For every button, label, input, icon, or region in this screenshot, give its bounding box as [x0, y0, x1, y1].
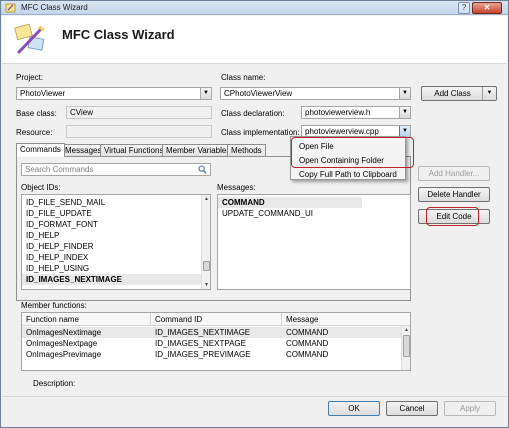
resource-field — [66, 125, 212, 138]
search-placeholder: Search Commands — [25, 165, 94, 174]
class-implementation-value: photoviewerview.cpp — [305, 127, 379, 136]
table-cell: COMMAND — [286, 350, 329, 359]
object-ids-label: Object IDs: — [21, 183, 61, 192]
chevron-down-icon[interactable]: ▼ — [399, 88, 410, 99]
table-header: Function name Command ID Message — [22, 313, 410, 326]
member-functions-table[interactable]: Function name Command ID Message OnImage… — [21, 312, 411, 371]
tab-messages[interactable]: Messages — [61, 144, 106, 156]
add-handler-button[interactable]: Add Handler... — [418, 166, 490, 181]
tab-virtual-functions[interactable]: Virtual Functions — [100, 144, 168, 156]
edit-code-highlight — [426, 207, 479, 226]
project-value: PhotoViewer — [20, 89, 66, 98]
search-icon[interactable] — [198, 165, 207, 174]
menu-item-copy-full-path[interactable]: Copy Full Path to Clipboard — [299, 170, 397, 179]
menu-highlight — [291, 137, 414, 168]
object-ids-list[interactable]: ID_FILE_SEND_MAIL ID_FILE_UPDATE ID_FORM… — [21, 194, 211, 290]
table-cell: OnImagesNextimage — [26, 328, 102, 337]
list-item[interactable]: ID_HELP_USING — [22, 263, 203, 274]
base-class-label: Base class: — [16, 109, 57, 118]
chevron-down-icon[interactable]: ▼ — [399, 107, 410, 118]
class-name-value: CPhotoViewerView — [224, 89, 293, 98]
chevron-down-icon[interactable]: ▼ — [200, 88, 211, 99]
footer-divider — [2, 396, 507, 397]
search-commands-input[interactable]: Search Commands — [21, 163, 211, 176]
class-name-label: Class name: — [221, 73, 266, 82]
messages-label: Messages: — [217, 183, 256, 192]
scroll-up-icon[interactable]: ▲ — [202, 195, 210, 203]
list-item[interactable]: ID_HELP_INDEX — [22, 252, 203, 263]
list-item[interactable]: ID_FORMAT_FONT — [22, 219, 203, 230]
scroll-thumb[interactable] — [203, 261, 210, 271]
delete-handler-button[interactable]: Delete Handler — [418, 187, 490, 202]
list-item[interactable]: ID_FILE_SEND_MAIL — [22, 197, 203, 208]
wizard-wand-icon — [14, 23, 45, 54]
help-button[interactable]: ? — [458, 2, 470, 14]
list-item[interactable]: UPDATE_COMMAND_UI — [218, 208, 410, 219]
title-bar[interactable]: MFC Class Wizard ? ✕ — [1, 1, 508, 15]
project-combo[interactable]: PhotoViewer ▼ — [16, 87, 212, 100]
scroll-up-icon[interactable]: ▲ — [402, 326, 410, 334]
resource-label: Resource: — [16, 128, 53, 137]
add-class-label: Add Class — [434, 89, 471, 98]
object-ids-scrollbar[interactable]: ▲ ▼ — [201, 195, 210, 289]
column-header[interactable]: Function name — [22, 313, 151, 326]
table-cell: COMMAND — [286, 339, 329, 348]
table-cell: ID_IMAGES_NEXTPAGE — [155, 339, 246, 348]
window-title: MFC Class Wizard — [21, 3, 88, 12]
close-button[interactable]: ✕ — [472, 2, 502, 14]
list-item[interactable]: ID_HELP — [22, 230, 203, 241]
add-class-button[interactable]: Add Class ▼ — [421, 86, 497, 101]
column-header[interactable]: Message — [282, 313, 402, 326]
description-label: Description: — [33, 379, 76, 388]
project-label: Project: — [16, 73, 44, 82]
scroll-thumb[interactable] — [403, 335, 410, 357]
class-declaration-combo[interactable]: photoviewerview.h ▼ — [301, 106, 411, 119]
base-class-field: CView — [66, 106, 212, 119]
list-item[interactable]: ID_HELP_FINDER — [22, 241, 203, 252]
table-cell: ID_IMAGES_NEXTIMAGE — [155, 328, 251, 337]
chevron-down-icon[interactable]: ▼ — [482, 87, 496, 100]
scroll-down-icon[interactable]: ▼ — [202, 281, 210, 289]
list-item[interactable]: ID_FILE_UPDATE — [22, 208, 203, 219]
app-icon — [5, 3, 16, 13]
tab-member-variables[interactable]: Member Variables — [162, 144, 235, 156]
table-cell: ID_IMAGES_PREVIMAGE — [155, 350, 251, 359]
member-functions-scrollbar[interactable]: ▲ — [401, 326, 410, 370]
table-row[interactable]: OnImagesPrevimage ID_IMAGES_PREVIMAGE CO… — [22, 349, 410, 360]
tab-methods[interactable]: Methods — [227, 144, 266, 156]
column-header[interactable]: Command ID — [151, 313, 282, 326]
apply-button[interactable]: Apply — [444, 401, 496, 416]
ok-button[interactable]: OK — [328, 401, 380, 416]
mfc-class-wizard-window: MFC Class Wizard ? ✕ MFC Class Wizard Pr… — [0, 0, 509, 428]
class-declaration-value: photoviewerview.h — [305, 108, 371, 117]
table-cell: OnImagesNextpage — [26, 339, 98, 348]
table-cell: OnImagesPrevimage — [26, 350, 102, 359]
class-implementation-label: Class implementation: — [221, 128, 300, 137]
class-declaration-label: Class declaration: — [221, 109, 285, 118]
member-functions-label: Member functions: — [21, 301, 87, 310]
table-row[interactable]: OnImagesNextpage ID_IMAGES_NEXTPAGE COMM… — [22, 338, 410, 349]
table-row[interactable]: OnImagesNextimage ID_IMAGES_NEXTIMAGE CO… — [22, 327, 410, 338]
header-band: MFC Class Wizard — [2, 16, 507, 64]
list-item-selected[interactable]: ID_IMAGES_NEXTIMAGE — [22, 274, 203, 285]
table-cell: COMMAND — [286, 328, 329, 337]
tab-commands[interactable]: Commands — [16, 143, 65, 157]
cancel-button[interactable]: Cancel — [386, 401, 438, 416]
messages-list[interactable]: COMMAND UPDATE_COMMAND_UI — [217, 194, 411, 290]
header-title: MFC Class Wizard — [62, 27, 175, 42]
class-name-combo[interactable]: CPhotoViewerView ▼ — [220, 87, 411, 100]
list-item-selected[interactable]: COMMAND — [218, 197, 362, 208]
